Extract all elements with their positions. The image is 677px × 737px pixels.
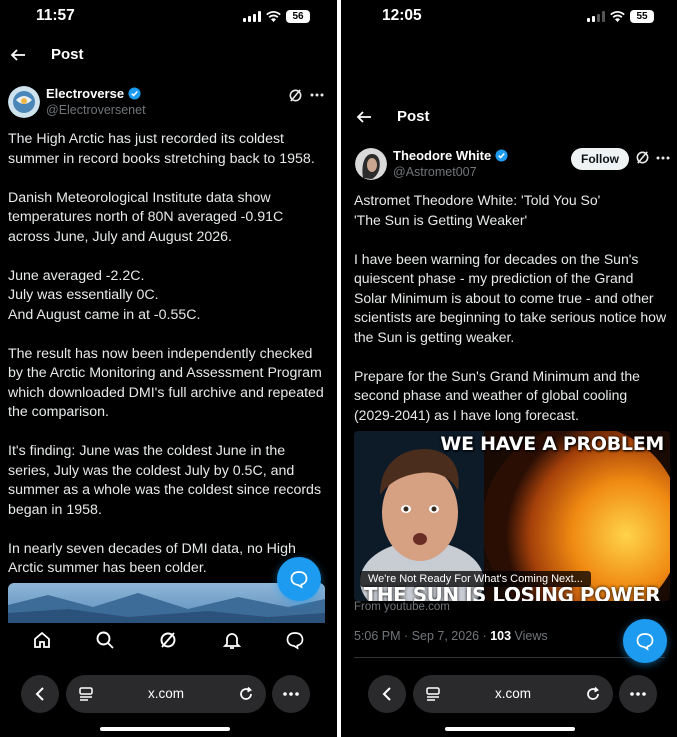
right-phone-screen: 12:05 55 Post Theodore White @Astromet00… <box>341 0 677 737</box>
page-title: Post <box>51 46 84 63</box>
home-icon[interactable] <box>32 630 52 650</box>
post-header: Post <box>356 108 430 125</box>
more-options-icon[interactable] <box>656 156 670 160</box>
post-date: Sep 7, 2026 <box>411 629 480 643</box>
battery-indicator: 56 <box>286 10 310 23</box>
home-indicator[interactable] <box>445 727 575 731</box>
browser-more-button[interactable] <box>619 675 657 713</box>
post-text: The High Arctic has just recorded its co… <box>8 131 324 576</box>
browser-toolbar: x.com <box>341 674 677 714</box>
verified-badge-icon <box>128 87 141 100</box>
signal-icon <box>243 11 261 22</box>
compose-button[interactable] <box>277 557 321 601</box>
reload-icon[interactable] <box>238 686 254 702</box>
compose-reply-icon <box>636 633 654 651</box>
video-caption: We're Not Ready For What's Coming Next..… <box>360 571 591 587</box>
wifi-icon <box>610 10 625 22</box>
left-phone-screen: 11:57 56 Post Electroverse @Electroverse… <box>0 0 337 737</box>
browser-back-button[interactable] <box>368 675 406 713</box>
browser-more-button[interactable] <box>272 675 310 713</box>
status-time: 11:57 <box>36 7 75 24</box>
bottom-nav <box>0 615 337 665</box>
follow-button[interactable]: Follow <box>571 148 629 170</box>
messages-icon[interactable] <box>285 630 305 650</box>
address-bar[interactable]: x.com <box>66 675 266 713</box>
battery-indicator: 55 <box>630 10 654 23</box>
author-handle[interactable]: @Electroversenet <box>46 103 146 117</box>
more-options-icon[interactable] <box>310 93 324 97</box>
grok-icon[interactable] <box>158 630 178 650</box>
more-options-icon <box>630 692 646 696</box>
status-icons: 55 <box>587 10 654 23</box>
reload-icon[interactable] <box>585 686 601 702</box>
status-bar: 11:57 56 <box>0 7 337 27</box>
grok-icon[interactable] <box>635 150 650 165</box>
back-arrow-icon[interactable] <box>10 47 26 63</box>
post-author[interactable]: Electroverse @Electroversenet <box>8 86 146 118</box>
video-card-thumbnail[interactable]: WE HAVE A PROBLEM THE SUN IS LOSING POWE… <box>354 431 670 601</box>
post-time: 5:06 PM <box>354 629 401 643</box>
url-text: x.com <box>147 686 184 701</box>
post-text: Astromet Theodore White: 'Told You So' 'T… <box>354 192 667 423</box>
post-author[interactable]: Theodore White @Astromet007 <box>355 148 508 180</box>
home-indicator[interactable] <box>100 727 230 731</box>
avatar[interactable] <box>355 148 387 180</box>
wifi-icon <box>266 10 281 22</box>
author-name[interactable]: Theodore White <box>393 148 508 163</box>
compose-button[interactable] <box>623 619 667 663</box>
views-count: 103 <box>490 629 512 643</box>
page-title: Post <box>397 108 430 125</box>
address-bar[interactable]: x.com <box>413 675 613 713</box>
browser-back-button[interactable] <box>21 675 59 713</box>
verified-badge-icon <box>495 149 508 162</box>
divider-line <box>354 657 665 658</box>
signal-icon <box>587 11 605 22</box>
post-meta: 5:06 PM · Sep 7, 2026 · 103 Views <box>354 629 548 643</box>
notifications-icon[interactable] <box>222 630 242 650</box>
status-bar: 12:05 55 <box>341 7 677 27</box>
more-options-icon <box>283 692 299 696</box>
url-text: x.com <box>494 686 531 701</box>
search-icon[interactable] <box>95 630 115 650</box>
card-source[interactable]: From youtube.com <box>354 601 450 613</box>
post-header: Post <box>10 46 84 63</box>
browser-toolbar: x.com <box>0 674 337 714</box>
chevron-left-icon <box>35 687 44 701</box>
back-arrow-icon[interactable] <box>356 109 372 125</box>
views-label: Views <box>511 629 548 643</box>
author-handle[interactable]: @Astromet007 <box>393 165 508 179</box>
grok-icon[interactable] <box>288 88 303 103</box>
avatar[interactable] <box>8 86 40 118</box>
status-time: 12:05 <box>382 7 422 24</box>
compose-reply-icon <box>290 571 308 589</box>
status-icons: 56 <box>243 10 310 23</box>
video-headline: WE HAVE A PROBLEM <box>440 433 664 455</box>
author-name[interactable]: Electroverse <box>46 86 146 101</box>
chevron-left-icon <box>382 687 391 701</box>
